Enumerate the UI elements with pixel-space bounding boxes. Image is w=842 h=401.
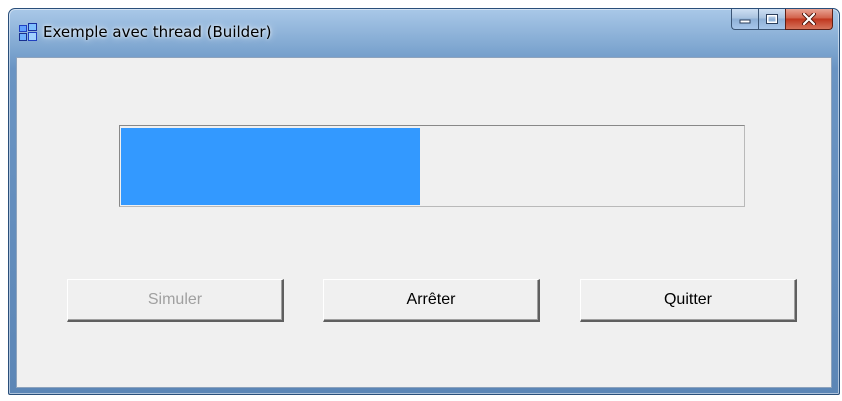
- window-title: Exemple avec thread (Builder): [43, 23, 272, 41]
- minimize-button[interactable]: [731, 9, 758, 30]
- simuler-button[interactable]: Simuler: [67, 279, 284, 322]
- app-window: Exemple avec thread (Builder) Simuler Ar…: [8, 8, 840, 395]
- minimize-icon: [739, 19, 751, 24]
- quitter-button[interactable]: Quitter: [580, 279, 797, 322]
- app-icon[interactable]: [19, 23, 37, 41]
- title-bar[interactable]: Exemple avec thread (Builder): [9, 9, 839, 57]
- progress-bar: [119, 125, 745, 207]
- client-area: Simuler Arrêter Quitter: [16, 57, 832, 388]
- caption-buttons: [731, 9, 833, 31]
- close-button[interactable]: [785, 9, 833, 30]
- maximize-icon: [766, 14, 778, 24]
- progress-fill: [121, 128, 420, 205]
- close-icon: [802, 13, 816, 25]
- arreter-button[interactable]: Arrêter: [323, 279, 540, 322]
- maximize-button[interactable]: [758, 9, 785, 30]
